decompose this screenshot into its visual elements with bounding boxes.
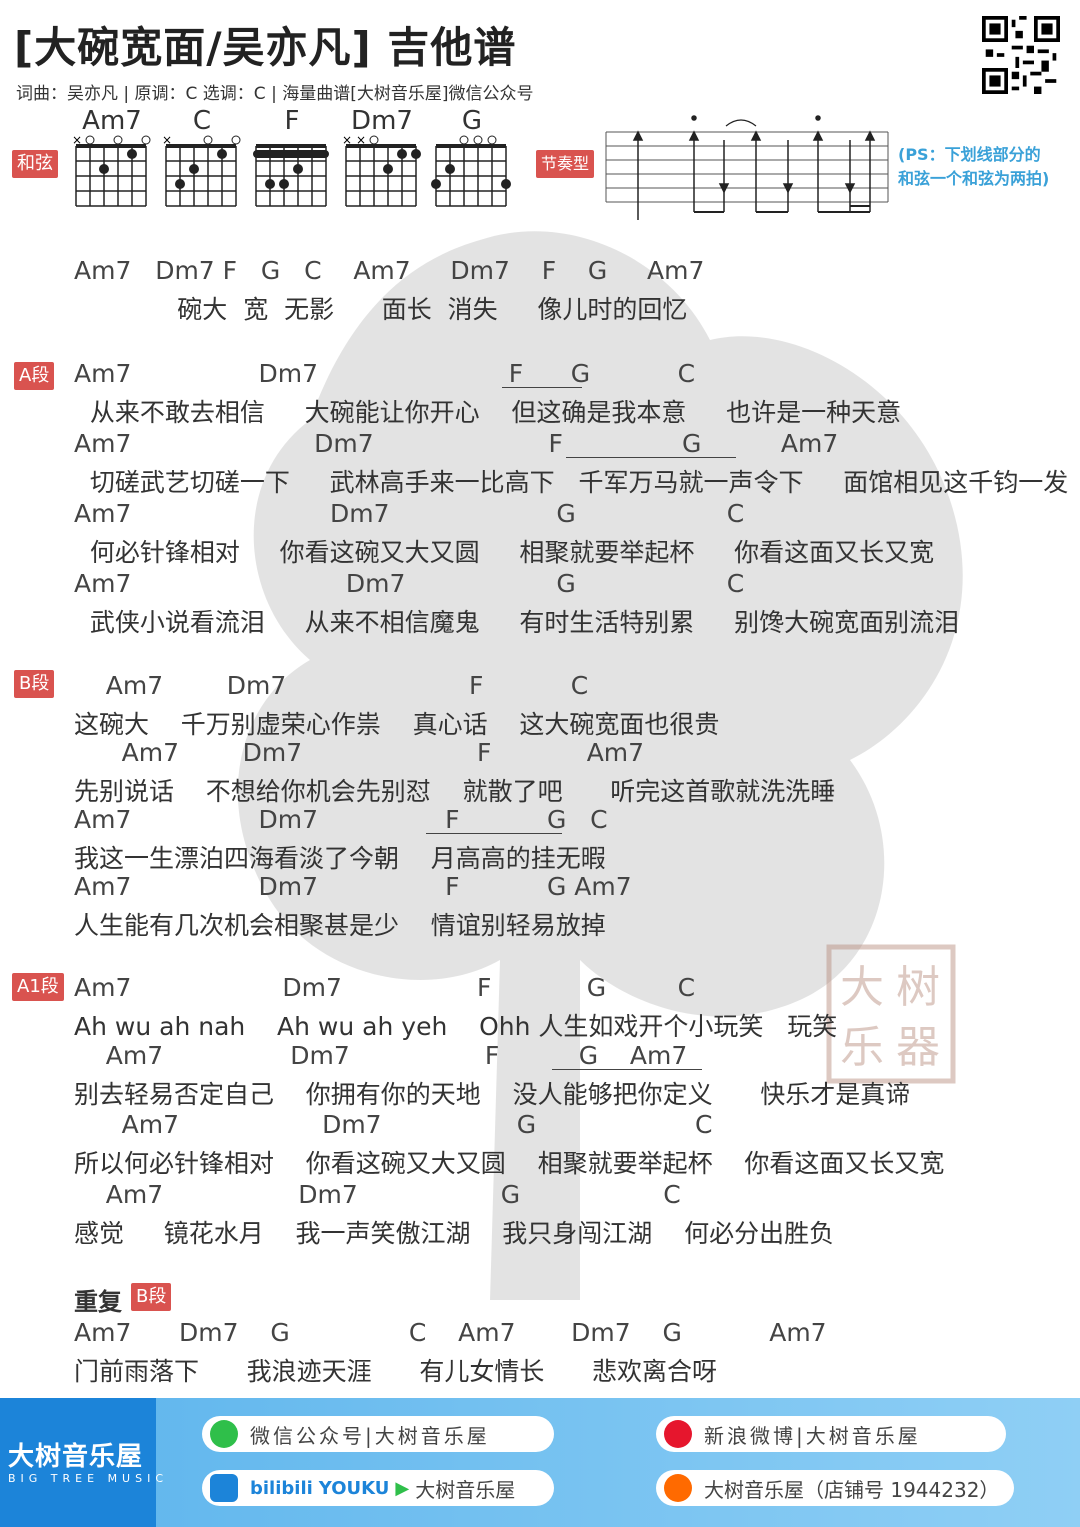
lyric-line: 所以何必针锋相对 你看这碗又大又圆 相聚就要举起杯 你看这面又长又宽 xyxy=(74,1149,945,1178)
chord-name-f: F xyxy=(284,106,300,136)
seal-char: 器 xyxy=(896,1022,940,1073)
two-beat-underline xyxy=(426,833,562,834)
lyric-line: 何必针锋相对 你看这碗又大又圆 相聚就要举起杯 你看这面又长又宽 xyxy=(74,538,935,567)
section-label-repeat-b: B段 xyxy=(131,1283,172,1311)
two-beat-underline xyxy=(502,387,582,388)
ps-note: (PS：下划线部分的 和弦一个和弦为两拍) xyxy=(898,143,1049,191)
chord-line: Am7 Dm7 F G C xyxy=(74,359,696,388)
seal-char: 树 xyxy=(896,962,940,1013)
lyric-line: 武侠小说看流泪 从来不相信魔鬼 有时生活特别累 别馋大碗宽面别流泪 xyxy=(74,608,960,637)
weibo-label: 新浪微博|大树音乐屋 xyxy=(704,1423,921,1448)
chord-line: Am7 Dm7 F C xyxy=(74,671,589,700)
youku-label: YOUKU xyxy=(318,1477,390,1499)
chord-line: Am7 Dm7 F G C xyxy=(74,805,608,834)
weibo-link[interactable]: 新浪微博|大树音乐屋 xyxy=(656,1416,1006,1452)
two-beat-underline xyxy=(566,457,736,458)
rhythm-label: 节奏型 xyxy=(536,150,595,178)
repeat-title: 重复 xyxy=(74,1288,122,1316)
youku-play-icon: ▶ xyxy=(395,1477,410,1499)
bilibili-label: bilibili xyxy=(250,1477,313,1499)
svg-text:×: × xyxy=(162,134,172,147)
lyric-line: 感觉 镜花水月 我一声笑傲江湖 我只身闯江湖 何必分出胜负 xyxy=(74,1219,835,1248)
chord-line: Am7 Dm7 G C xyxy=(74,569,745,598)
section-label-b: B段 xyxy=(14,670,55,698)
chord-line: Am7 Dm7 G C Am7 Dm7 G Am7 xyxy=(74,1318,827,1347)
lyric-line: 门前雨落下 我浪迹天涯 有儿女情长 悲欢离合呀 xyxy=(74,1357,718,1386)
rhythm-pattern xyxy=(605,115,889,220)
lyric-line: 人生能有几次机会相聚甚是少 情谊别轻易放掉 xyxy=(74,911,606,940)
qr-code-icon xyxy=(982,16,1060,94)
lyric-line: 别去轻易否定自己 你拥有你的天地 没人能够把你定义 快乐才是真谛 xyxy=(74,1080,911,1109)
chord-name-c: C xyxy=(192,106,212,136)
footer-bar: 大树音乐屋 BIG TREE MUSIC 微信公众号|大树音乐屋 新浪微博|大树… xyxy=(0,1398,1080,1527)
svg-text:×: × xyxy=(72,134,82,147)
svg-text:×: × xyxy=(342,134,352,147)
two-beat-underline xyxy=(552,1069,702,1070)
wechat-link[interactable]: 微信公众号|大树音乐屋 xyxy=(202,1416,554,1452)
ps-note-line1: (PS：下划线部分的 xyxy=(898,145,1041,164)
lyric-line: 这碗大 千万别虚荣心作祟 真心话 这大碗宽面也很贵 xyxy=(74,710,720,739)
seal-char: 大 xyxy=(840,962,884,1013)
chord-line: Am7 Dm7 G C xyxy=(74,499,745,528)
lyric-line: 先别说话 不想给你机会先别怼 就散了吧 听完这首歌就洗洗睡 xyxy=(74,777,836,806)
footer-brand: 大树音乐屋 BIG TREE MUSIC xyxy=(0,1398,163,1527)
chord-line: Am7 Dm7 F G Am7 xyxy=(74,1041,688,1070)
section-label-a1: A1段 xyxy=(12,973,64,1001)
taobao-label: 大树音乐屋（店铺号 1944232） xyxy=(704,1477,1000,1502)
lyric-line: 切磋武艺切磋一下 武林高手来一比高下 千军万马就一声令下 面馆相见这千钧一发 xyxy=(74,468,1069,497)
lyric-line: 碗大 宽 无影 面长 消失 像儿时的回忆 xyxy=(74,295,688,324)
video-channel-label: 大树音乐屋 xyxy=(415,1477,516,1502)
chord-line: Am7 Dm7 F G Am7 xyxy=(74,872,632,901)
page-title: [大碗宽面/吴亦凡] 吉他谱 xyxy=(14,23,517,72)
wechat-icon xyxy=(210,1420,238,1448)
brand-name-en: BIG TREE MUSIC xyxy=(8,1472,169,1485)
chord-diagrams: × × × × xyxy=(72,134,511,208)
chord-line: Am7 Dm7 F G C xyxy=(74,973,696,1002)
song-meta: 词曲：吴亦凡 | 原调：C 选调：C | 海量曲谱[大树音乐屋]微信公众号 xyxy=(16,84,534,104)
svg-text:×: × xyxy=(356,134,366,147)
chord-name-dm7: Dm7 xyxy=(351,106,413,136)
chords-label: 和弦 xyxy=(12,150,58,178)
wechat-label: 微信公众号|大树音乐屋 xyxy=(250,1423,490,1448)
ps-note-line2: 和弦一个和弦为两拍) xyxy=(898,169,1050,188)
chord-name-am7: Am7 xyxy=(82,106,142,136)
taobao-icon xyxy=(664,1474,692,1502)
lyric-line: Ah wu ah nah Ah wu ah yeh Ohh 人生如戏开个小玩笑 … xyxy=(74,1012,838,1041)
taobao-link[interactable]: 大树音乐屋（店铺号 1944232） xyxy=(656,1470,1014,1506)
chord-name-g: G xyxy=(461,106,483,136)
lyric-line: 从来不敢去相信 大碗能让你开心 但这确是我本意 也许是一种天意 xyxy=(74,398,902,427)
seal-char: 乐 xyxy=(840,1022,884,1073)
brand-name: 大树音乐屋 xyxy=(8,1442,144,1472)
chord-line: Am7 Dm7 G C xyxy=(74,1110,713,1139)
video-links[interactable]: bilibili YOUKU ▶ 大树音乐屋 xyxy=(202,1470,554,1506)
section-label-a: A段 xyxy=(14,362,55,390)
chord-line: Am7 Dm7 F Am7 xyxy=(74,738,645,767)
seal-watermark: 大 树 乐 器 xyxy=(826,944,956,1084)
lyric-line: 我这一生漂泊四海看淡了今朝 月高高的挂无暇 xyxy=(74,844,606,873)
chord-line: Am7 Dm7 F G C Am7 Dm7 F G Am7 xyxy=(74,256,705,285)
chord-line: Am7 Dm7 G C xyxy=(74,1180,681,1209)
weibo-icon xyxy=(664,1420,692,1448)
chord-line: Am7 Dm7 F G Am7 xyxy=(74,429,839,458)
bilibili-icon xyxy=(210,1474,238,1502)
